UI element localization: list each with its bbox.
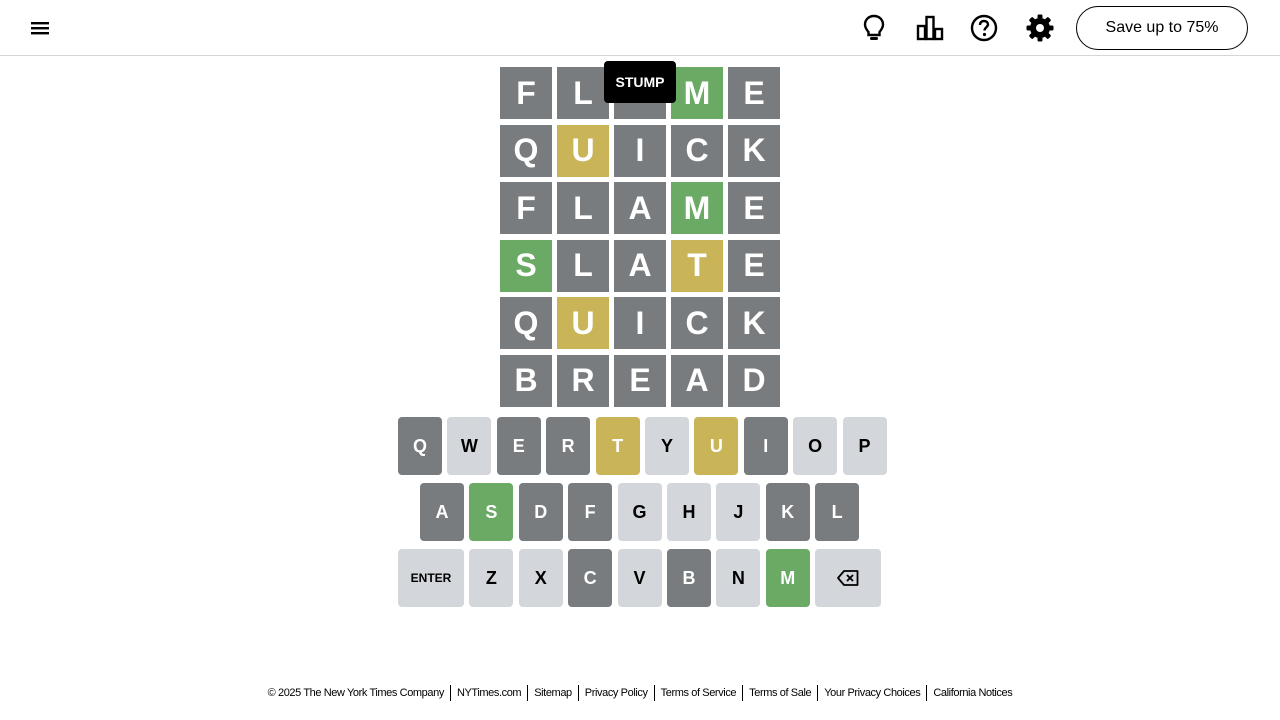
board-tile: C — [671, 297, 723, 350]
board-tile: S — [500, 239, 552, 292]
key-y[interactable]: Y — [644, 417, 689, 475]
keyboard-row: ENTER Z X C V B N M — [398, 549, 882, 607]
board-tile: L — [557, 67, 609, 119]
key-s[interactable]: S — [469, 483, 514, 541]
key-p[interactable]: P — [842, 417, 887, 475]
answer-tooltip: STUMP — [604, 61, 676, 103]
key-g[interactable]: G — [617, 483, 662, 541]
footer-link[interactable]: Privacy Policy — [579, 687, 654, 699]
key-n[interactable]: N — [716, 549, 761, 607]
footer-link[interactable]: NYTimes.com — [451, 687, 527, 699]
board-tile: I — [614, 297, 666, 350]
board-tile: A — [671, 354, 723, 407]
board-tile: E — [614, 354, 666, 407]
board-tile: A — [614, 239, 666, 292]
key-i[interactable]: I — [743, 417, 788, 475]
key-m[interactable]: M — [765, 549, 810, 607]
top-bar: Save up to 75% — [0, 0, 1280, 56]
footer-link[interactable]: Terms of Sale — [743, 687, 817, 699]
board-tile: F — [500, 67, 552, 119]
key-z[interactable]: Z — [469, 549, 514, 607]
board-tile: K — [728, 124, 780, 177]
board-tile: M — [671, 67, 723, 119]
key-c[interactable]: C — [568, 549, 613, 607]
key-l[interactable]: L — [815, 483, 860, 541]
help-circle-icon[interactable] — [968, 12, 1000, 44]
save-subscription-button[interactable]: Save up to 75% — [1076, 6, 1248, 50]
key-w[interactable]: W — [447, 417, 492, 475]
board-tile: L — [557, 239, 609, 292]
keyboard-row: ASDFGHJKL — [420, 483, 860, 541]
key-a[interactable]: A — [420, 483, 464, 541]
backspace-key[interactable] — [815, 549, 882, 607]
board-tile: Q — [500, 124, 552, 177]
board-tile: K — [728, 297, 780, 350]
copyright-text: © 2025 The New York Times Company — [267, 687, 445, 699]
board-tile: A — [614, 182, 666, 235]
key-d[interactable]: D — [518, 483, 563, 541]
board-tile: R — [557, 354, 609, 407]
gear-icon[interactable] — [1024, 12, 1056, 44]
key-r[interactable]: R — [546, 417, 591, 475]
footer-link[interactable]: Sitemap — [528, 687, 578, 699]
key-j[interactable]: J — [716, 483, 761, 541]
key-f[interactable]: F — [568, 483, 613, 541]
board-tile: I — [614, 124, 666, 177]
enter-key[interactable]: ENTER — [398, 549, 464, 607]
board-tile: U — [557, 297, 609, 350]
board-tile: E — [728, 239, 780, 292]
game-board: FLMEQUICKFLAMESLATEQUICKBREAD — [500, 67, 780, 407]
backspace-icon — [837, 570, 859, 586]
key-q[interactable]: Q — [398, 417, 442, 475]
key-b[interactable]: B — [666, 549, 711, 607]
board-tile: F — [500, 182, 552, 235]
board-tile: B — [500, 354, 552, 407]
board-tile: L — [557, 182, 609, 235]
board-tile: E — [728, 67, 780, 119]
board-tile: C — [671, 124, 723, 177]
hamburger-menu-icon[interactable] — [26, 14, 54, 42]
lightbulb-icon[interactable] — [858, 12, 890, 44]
key-u[interactable]: U — [694, 417, 739, 475]
footer-link[interactable]: California Notices — [927, 687, 1018, 699]
key-k[interactable]: K — [765, 483, 810, 541]
footer: © 2025 The New York Times Company NYTimes… — [0, 683, 1280, 703]
footer-link[interactable]: Your Privacy Choices — [818, 687, 926, 699]
board-tile: D — [728, 354, 780, 407]
key-h[interactable]: H — [666, 483, 711, 541]
key-x[interactable]: X — [518, 549, 563, 607]
board-tile: M — [671, 182, 723, 235]
board-tile: U — [557, 124, 609, 177]
key-v[interactable]: V — [617, 549, 662, 607]
key-e[interactable]: E — [496, 417, 541, 475]
board-tile: T — [671, 239, 723, 292]
board-tile: Q — [500, 297, 552, 350]
bar-chart-icon[interactable] — [914, 12, 946, 44]
keyboard-row: QWERTYUIOP — [398, 417, 887, 475]
key-t[interactable]: T — [595, 417, 640, 475]
key-o[interactable]: O — [793, 417, 838, 475]
board-tile: E — [728, 182, 780, 235]
footer-link[interactable]: Terms of Service — [655, 687, 743, 699]
